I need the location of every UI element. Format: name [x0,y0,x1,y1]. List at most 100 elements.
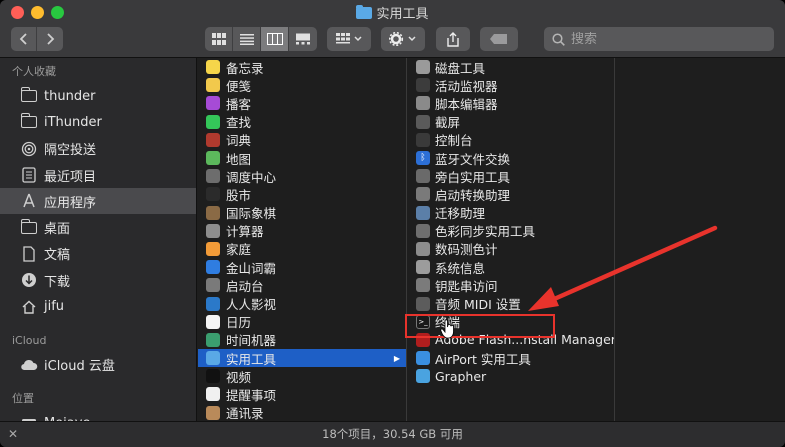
item-label: 调度中心 [226,169,277,185]
app-list-item[interactable]: 实用工具 ▶ [198,349,406,368]
system-info-icon [416,260,430,275]
sidebar-item-favorites-6[interactable]: 文稿 [0,241,196,267]
reminders-icon [206,387,220,402]
utility-list-item[interactable]: 磁盘工具 [408,58,614,76]
item-label: 国际象棋 [226,206,277,222]
sidebar-item-label: 下载 [44,274,71,290]
list-icon [239,34,254,45]
gallery-view-button[interactable] [289,27,317,51]
item-label: 活动监视器 [435,78,498,94]
utility-list-item[interactable]: ᛒ 蓝牙文件交换 [408,149,614,167]
icon-view-button[interactable] [205,27,233,51]
item-label: 截屏 [435,115,461,131]
app-list-item[interactable]: 计算器 [198,222,406,240]
back-button[interactable] [11,27,37,51]
columns-icon [266,33,283,45]
utility-list-item[interactable]: 色彩同步实用工具 [408,222,614,240]
utility-list-item[interactable]: 迁移助理 [408,204,614,222]
time-machine-icon [206,332,220,347]
utility-list-item[interactable]: 数码测色计 [408,240,614,258]
utilities-folder-icon [206,351,220,366]
gear-icon [389,32,416,46]
app-list-item[interactable]: 股市 [198,185,406,203]
search-field[interactable] [544,27,774,51]
app-list-item[interactable]: 备忘录 [198,58,406,76]
chevron-right-icon [47,33,55,45]
utility-list-item[interactable]: 旁白实用工具 [408,167,614,185]
forward-button[interactable] [37,27,63,51]
app-list-item[interactable]: 金山词霸 [198,258,406,276]
app-list-item[interactable]: 播客 [198,94,406,112]
rrys-icon [206,296,220,311]
app-list-item[interactable]: 国际象棋 [198,204,406,222]
app-list-item[interactable]: 家庭 [198,240,406,258]
podcasts-icon [206,96,220,111]
app-list-item[interactable]: 视频 [198,367,406,385]
bluetooth-icon: ᛒ [416,151,430,166]
utility-list-item[interactable]: 活动监视器 [408,76,614,94]
locations-list: Mojave [0,410,196,421]
item-label: 钥匙串访问 [435,278,498,294]
sidebar-item-favorites-1[interactable]: iThunder [0,109,196,135]
tv-icon [206,369,220,384]
utility-list-item[interactable]: 音频 MIDI 设置 [408,294,614,312]
column-view-button[interactable] [261,27,289,51]
recents-icon [20,167,38,183]
utility-list-item[interactable]: AirPort 实用工具 [408,349,614,367]
app-list-item[interactable]: 启动台 [198,276,406,294]
activity-monitor-icon [416,78,430,93]
app-list-item[interactable]: 便笺 [198,76,406,94]
tag-button[interactable] [480,27,518,51]
app-list-item[interactable]: 提醒事项 [198,385,406,403]
app-list-item[interactable]: 调度中心 [198,167,406,185]
sidebar-item-favorites-8[interactable]: jifu [0,293,196,319]
calendar-icon [206,314,220,329]
contacts-icon [206,405,220,420]
folder-icon [20,218,38,236]
sidebar-item-favorites-7[interactable]: 下载 [0,267,196,293]
utility-list-item[interactable]: 截屏 [408,113,614,131]
launchpad-icon [206,278,220,293]
disclosure-arrow-icon: ▶ [393,353,400,363]
sidebar-item-label: iCloud 云盘 [44,359,115,375]
sidebar-item-label: 隔空投送 [44,143,97,159]
app-list-item[interactable]: 地图 [198,149,406,167]
window-title: 实用工具 [376,7,429,22]
app-list-item[interactable]: 人人影视 [198,294,406,312]
item-label: 播客 [226,96,252,112]
share-button[interactable] [436,27,470,51]
stickies-icon [206,78,220,93]
sidebar-item-favorites-3[interactable]: 最近项目 [0,162,196,188]
sidebar-item-favorites-0[interactable]: thunder [0,83,196,109]
sidebar-item-locations-0[interactable]: Mojave [0,410,196,421]
utility-list-item[interactable]: 系统信息 [408,258,614,276]
utility-list-item[interactable]: 脚本编辑器 [408,94,614,112]
sidebar-item-label: 最近项目 [44,169,97,185]
app-list-item[interactable]: 日历 [198,313,406,331]
app-list-item[interactable]: 查找 [198,113,406,131]
bootcamp-icon [416,187,430,202]
group-by-button[interactable] [327,27,371,51]
chess-icon [206,205,220,220]
item-label: 磁盘工具 [435,60,486,76]
action-menu-button[interactable] [381,27,425,51]
sidebar-section-icloud: iCloud [12,333,47,347]
screenshot-icon [416,114,430,129]
utility-list-item[interactable]: 启动转换助理 [408,185,614,203]
sidebar-item-icloud-0[interactable]: iCloud 云盘 [0,352,196,378]
back-forward-control [11,27,63,51]
utility-list-item[interactable]: 控制台 [408,131,614,149]
sidebar-item-favorites-5[interactable]: 桌面 [0,214,196,240]
app-list-item[interactable]: 词典 [198,131,406,149]
sidebar-toggle-icon[interactable]: ✕ [6,427,20,441]
sidebar-item-favorites-2[interactable]: 隔空投送 [0,136,196,162]
audio-midi-icon [416,296,430,311]
app-list-item[interactable]: 通讯录 [198,404,406,421]
utility-list-item[interactable]: 钥匙串访问 [408,276,614,294]
search-input[interactable] [571,31,761,47]
item-label: 日历 [226,315,252,331]
sidebar-item-favorites-4[interactable]: 应用程序 [0,188,196,215]
utility-list-item[interactable]: Grapher [408,367,614,385]
list-view-button[interactable] [233,27,261,51]
app-list-item[interactable]: 时间机器 [198,331,406,349]
